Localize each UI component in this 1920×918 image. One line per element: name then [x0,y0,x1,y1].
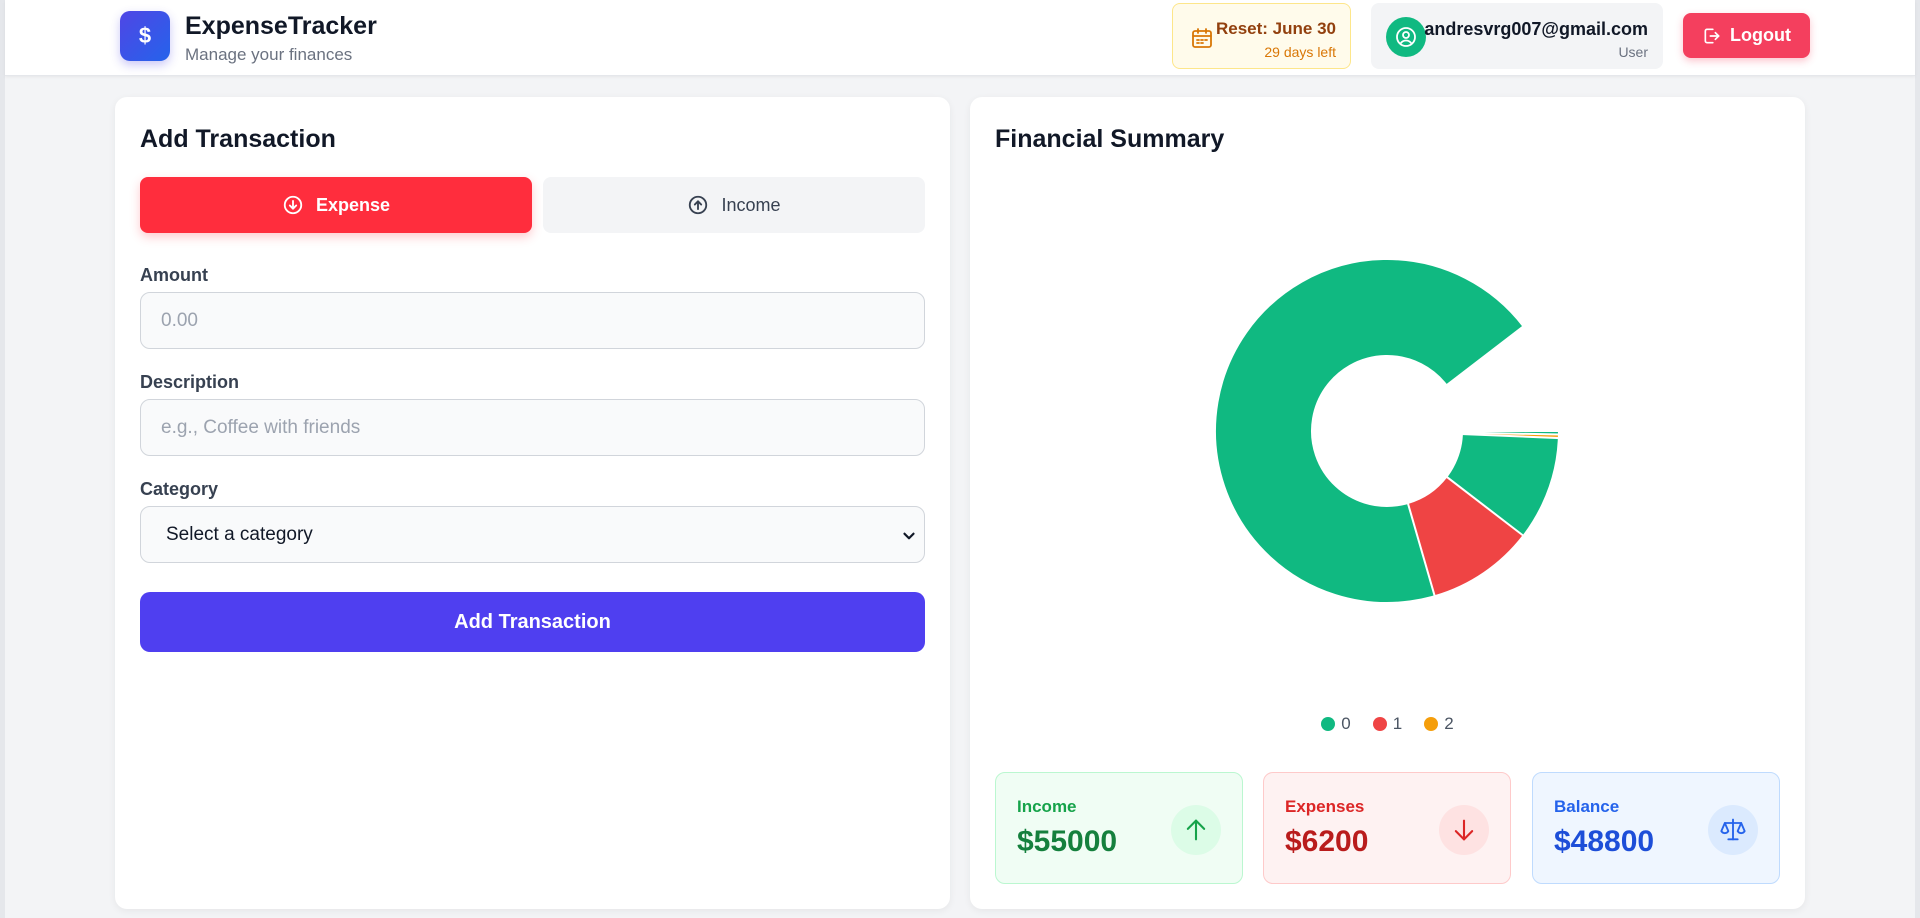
category-selected-value: Select a category [166,524,313,545]
balance-stat-icon-badge [1708,805,1758,855]
financial-summary-title: Financial Summary [995,125,1225,153]
arrow-down-icon [1454,819,1474,841]
legend-item-2[interactable]: 2 [1424,714,1454,734]
tab-income-label: Income [721,194,781,215]
arrow-up-circle-icon [689,195,708,215]
legend-item-0[interactable]: 0 [1321,714,1351,734]
user-circle-icon [1396,27,1416,47]
category-select[interactable]: Select a category [140,506,925,563]
legend-label: 0 [1341,714,1351,733]
logout-icon [1704,28,1720,44]
app-title: ExpenseTracker [185,12,377,40]
calendar-icon [1192,28,1212,48]
add-transaction-card: Add Transaction Expense Income Amount De… [115,97,950,909]
expenses-stat-label: Expenses [1285,797,1365,816]
add-transaction-button[interactable]: Add Transaction [140,592,925,652]
tab-expense[interactable]: Expense [140,177,532,233]
expenses-stat-value: $6200 [1285,825,1369,858]
legend-swatch [1372,717,1387,731]
arrow-down-circle-icon [283,195,303,215]
logout-label: Logout [1730,25,1791,45]
avatar [1386,17,1426,57]
financial-summary-card: Financial Summary 0 1 2 Income $55000 Expe… [970,97,1805,909]
reset-days-left: 29 days left [1264,44,1336,60]
chevron-down-icon [903,532,915,540]
chart-legend: 0 1 2 [970,714,1805,734]
user-info: andresvrg007@gmail.com User [1371,3,1663,69]
balance-stat-card: Balance $48800 [1532,772,1780,884]
user-role: User [1618,44,1648,60]
legend-swatch [1424,717,1439,731]
expenses-stat-icon-badge [1439,805,1489,855]
window-frame-right [1915,0,1920,918]
arrow-up-icon [1186,819,1206,841]
balance-stat-label: Balance [1554,797,1620,816]
user-email: andresvrg007@gmail.com [1424,19,1648,39]
amount-label: Amount [140,265,208,285]
income-stat-card: Income $55000 [995,772,1243,884]
income-stat-label: Income [1017,797,1077,816]
balance-stat-value: $48800 [1554,825,1655,858]
tab-income[interactable]: Income [543,177,925,233]
income-stat-icon-badge [1171,805,1221,855]
reset-date-badge: Reset: June 30 29 days left [1172,3,1351,69]
expenses-stat-card: Expenses $6200 [1263,772,1511,884]
description-input[interactable] [140,399,925,456]
scale-icon [1720,818,1746,841]
donut-chart [1214,258,1561,604]
legend-swatch [1321,717,1336,731]
dollar-icon: $ [138,23,152,48]
window-frame-left [0,0,5,918]
legend-label: 2 [1444,714,1454,733]
amount-input[interactable] [140,292,925,349]
top-header: $ ExpenseTracker Manage your finances Re… [5,0,1915,76]
category-label: Category [140,479,219,499]
reset-date-label: Reset: June 30 [1216,19,1336,38]
logout-button[interactable]: Logout [1683,13,1810,58]
legend-item-1[interactable]: 1 [1372,714,1403,734]
app-subtitle: Manage your finances [185,45,353,64]
legend-label: 1 [1392,714,1403,733]
app-logo: $ [120,11,170,61]
tab-expense-label: Expense [315,194,391,215]
add-transaction-title: Add Transaction [140,125,336,153]
description-label: Description [140,372,240,392]
income-stat-value: $55000 [1017,825,1118,858]
